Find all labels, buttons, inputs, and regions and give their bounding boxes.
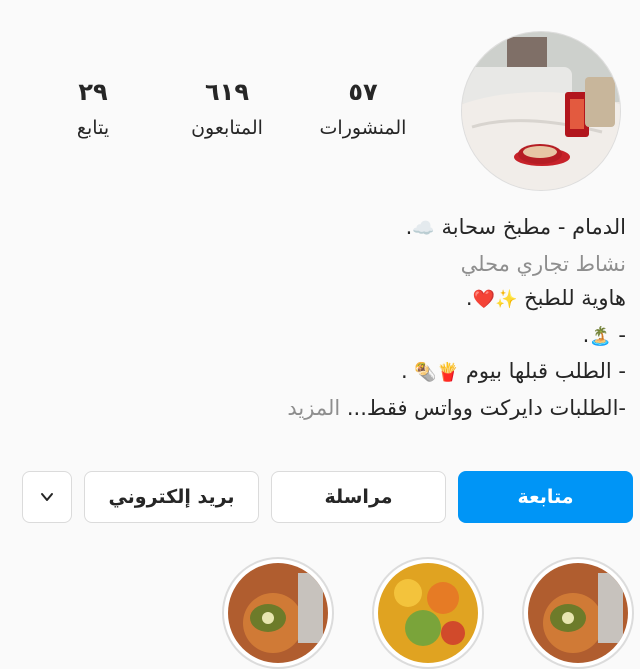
chevron-down-icon <box>41 493 53 501</box>
bio-category: نشاط تجاري محلي <box>460 251 626 276</box>
stat-following[interactable]: ٢٩ يتابع <box>28 78 158 140</box>
message-button[interactable]: مراسلة <box>271 471 446 523</box>
highlight-cover <box>528 563 628 663</box>
bio-line-3-text: - الطلب قبلها بيوم <box>465 359 626 383</box>
stat-following-label: يتابع <box>76 117 110 139</box>
suggested-accounts-button[interactable] <box>22 471 72 523</box>
story-highlight[interactable] <box>222 557 334 669</box>
email-button[interactable]: بريد إلكتروني <box>84 471 259 523</box>
avatar-image <box>462 32 620 190</box>
profile-avatar[interactable] <box>461 31 621 191</box>
story-highlight[interactable] <box>372 557 484 669</box>
stat-followers-count: ٦١٩ <box>205 78 249 106</box>
profile-bio: الدمام - مطبخ سحابة ☁️. نشاط تجاري محلي … <box>26 210 626 425</box>
highlight-cover <box>378 563 478 663</box>
follow-button[interactable]: متابعة <box>458 471 633 523</box>
bio-line-4: -الطلبات دايركت وواتس فقط... المزيد <box>26 391 626 426</box>
stat-followers-label: المتابعون <box>191 117 263 139</box>
bio-name-line: الدمام - مطبخ سحابة ☁️. <box>405 215 626 239</box>
sparkles-heart-icon: ✨❤️ <box>472 289 518 310</box>
fries-burrito-icon: 🍟🌯 <box>414 362 460 383</box>
highlight-cover <box>228 563 328 663</box>
bio-line-3: - الطلب قبلها بيوم 🍟🌯 . <box>401 359 626 383</box>
stat-posts-count: ٥٧ <box>348 78 378 106</box>
bio-line-1: هاوية للطبخ ✨❤️. <box>465 286 626 310</box>
stat-posts-label: المنشورات <box>319 117 407 139</box>
bio-more-link[interactable]: المزيد <box>287 396 340 420</box>
bio-line-1-text: هاوية للطبخ <box>524 286 626 310</box>
stat-following-count: ٢٩ <box>78 78 108 106</box>
stat-posts[interactable]: ٥٧ المنشورات <box>298 78 428 140</box>
cloud-icon: ☁️ <box>412 218 435 239</box>
bio-line-2-text: - <box>618 322 626 347</box>
bio-name: الدمام - مطبخ سحابة <box>441 215 626 239</box>
bio-line-2: - 🏝️. <box>582 322 626 347</box>
stat-followers[interactable]: ٦١٩ المتابعون <box>162 78 292 140</box>
story-highlight[interactable] <box>522 557 634 669</box>
bio-line-4-text: -الطلبات دايركت وواتس فقط... <box>346 395 626 420</box>
island-icon: 🏝️ <box>589 325 612 347</box>
